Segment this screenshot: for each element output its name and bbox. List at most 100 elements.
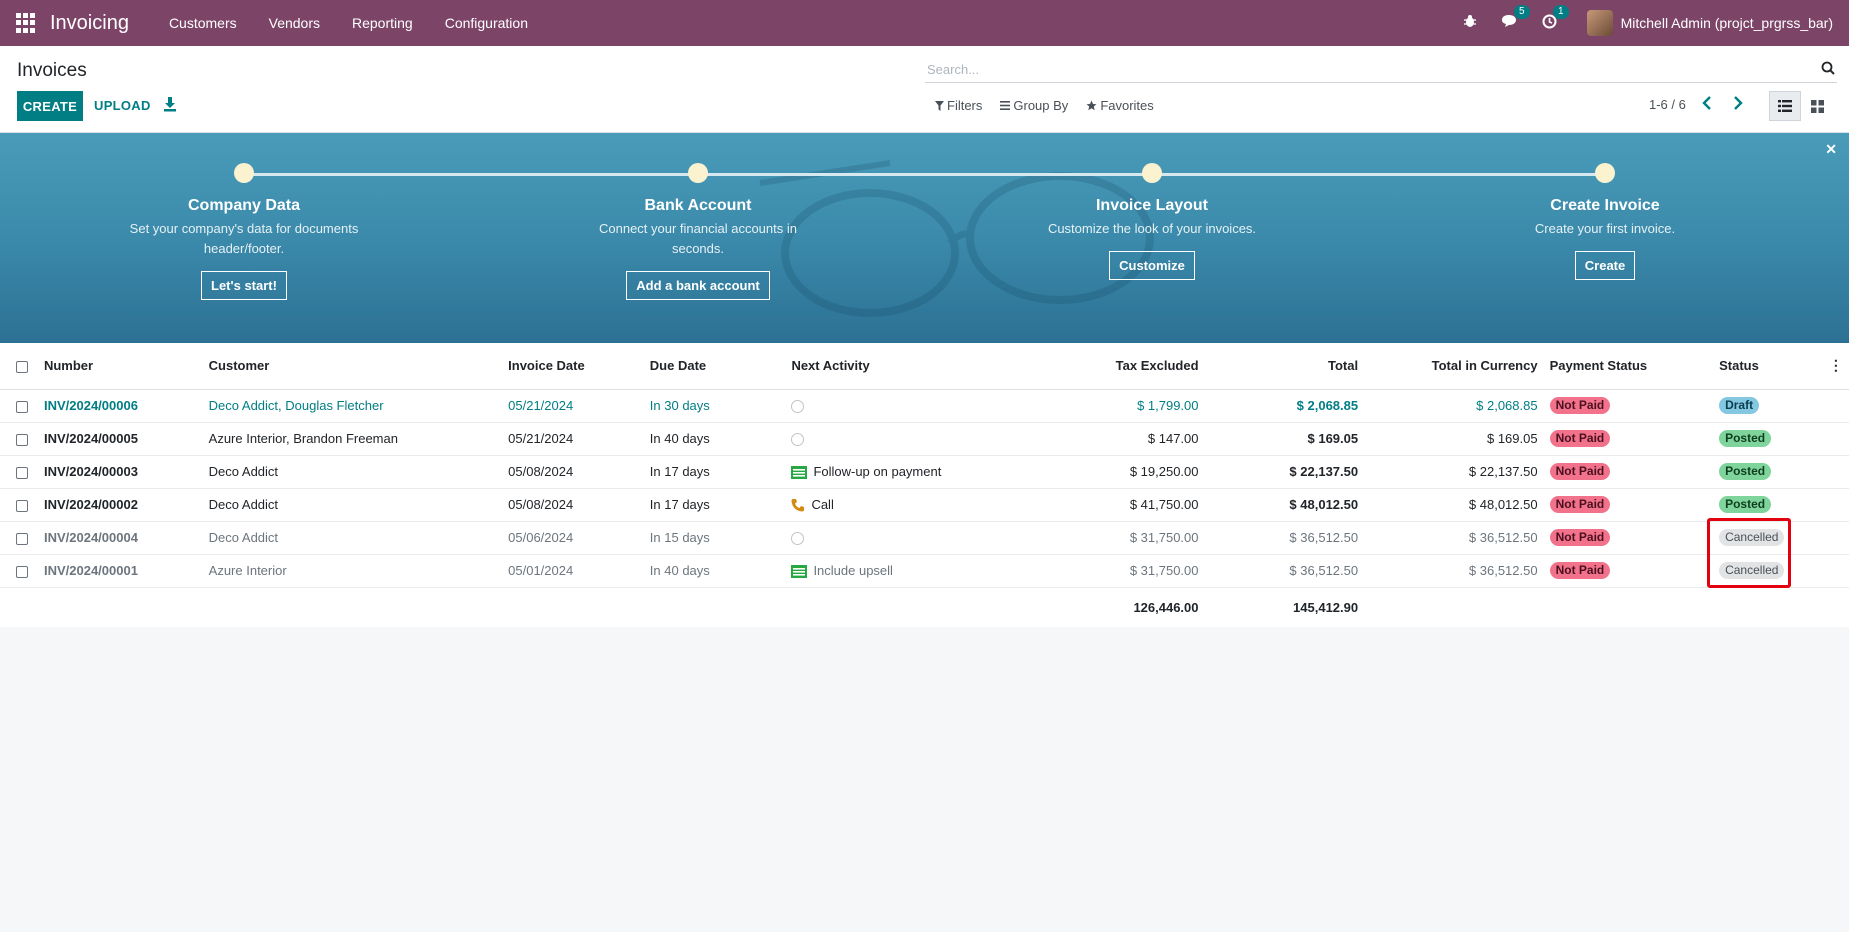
lets-start-button[interactable]: Let's start!: [201, 271, 287, 300]
search-icon[interactable]: [1821, 61, 1835, 75]
cell-status: Draft: [1713, 389, 1823, 422]
email-activity-icon[interactable]: [791, 466, 808, 480]
row-checkbox[interactable]: [16, 400, 28, 413]
pager-previous-icon[interactable]: [1702, 96, 1712, 110]
select-all-checkbox[interactable]: [0, 343, 38, 389]
navbar-systray: 5 1 Mitchell Admin (projct_prgrss_bar): [1451, 0, 1833, 46]
cell-total-currency: $ 22,137.50: [1468, 464, 1538, 479]
step-description: Connect your financial accounts in secon…: [598, 221, 797, 256]
table-row[interactable]: INV/2024/00004 Deco Addict 05/06/2024 In…: [0, 521, 1849, 554]
favorites-label: Favorites: [1100, 98, 1154, 113]
table-row[interactable]: INV/2024/00005 Azure Interior, Brandon F…: [0, 422, 1849, 455]
cell-number: INV/2024/00001: [43, 563, 138, 578]
activity-label: Include upsell: [813, 562, 893, 578]
apps-menu-icon[interactable]: [16, 13, 36, 33]
cell-total-currency: $ 48,012.50: [1468, 497, 1538, 512]
menu-customers[interactable]: Customers: [169, 15, 237, 31]
create-button[interactable]: CREATE: [17, 91, 83, 121]
column-customer[interactable]: Customer: [203, 343, 502, 389]
cell-due-date: In 40 days: [649, 431, 710, 446]
payment-status-badge: Not Paid: [1549, 397, 1611, 414]
menu-reporting[interactable]: Reporting: [352, 15, 413, 31]
cell-due-date: In 15 days: [649, 530, 710, 545]
user-avatar[interactable]: [1586, 10, 1613, 36]
cell-tax-excluded: $ 147.00: [1147, 431, 1199, 446]
pager-value[interactable]: 1-6 / 6: [1649, 97, 1686, 112]
messages-badge: 5: [1514, 5, 1530, 19]
create-invoice-button[interactable]: Create: [1574, 251, 1636, 280]
column-payment-status[interactable]: Payment Status: [1544, 343, 1714, 389]
step-title: Bank Account: [644, 197, 752, 214]
cell-activity[interactable]: Include upsell: [785, 554, 1054, 587]
table-row[interactable]: INV/2024/00002 Deco Addict 05/08/2024 In…: [0, 488, 1849, 521]
column-tax-excluded[interactable]: Tax Excluded: [1055, 343, 1205, 389]
column-total[interactable]: Total: [1205, 343, 1365, 389]
cell-activity[interactable]: [785, 422, 1054, 455]
filters-dropdown[interactable]: Filters: [935, 98, 982, 113]
cell-activity[interactable]: [785, 521, 1054, 554]
row-checkbox[interactable]: [16, 466, 28, 479]
groupby-dropdown[interactable]: Group By: [1000, 98, 1068, 113]
row-checkbox[interactable]: [16, 565, 28, 578]
activity-clock-icon[interactable]: [791, 400, 805, 414]
messages-icon[interactable]: 5: [1501, 5, 1530, 32]
total-amount: 145,412.90: [1293, 599, 1359, 615]
close-icon[interactable]: ✕: [1825, 141, 1837, 158]
cell-activity[interactable]: Call: [785, 488, 1054, 521]
cell-payment-status: Not Paid: [1544, 554, 1714, 587]
table-row[interactable]: INV/2024/00001 Azure Interior 05/01/2024…: [0, 554, 1849, 587]
debug-bug-icon[interactable]: [1463, 14, 1477, 32]
row-checkbox[interactable]: [16, 499, 28, 512]
cell-customer: Deco Addict: [208, 464, 279, 479]
column-number[interactable]: Number: [38, 343, 203, 389]
search-options: Filters Group By Favorites: [935, 98, 1172, 113]
phone-activity-icon[interactable]: [791, 498, 805, 512]
cell-invoice-date: 05/01/2024: [508, 563, 574, 578]
email-activity-icon[interactable]: [791, 565, 808, 579]
cell-customer: Deco Addict: [208, 530, 279, 545]
column-due-date[interactable]: Due Date: [644, 343, 786, 389]
column-total-in-currency[interactable]: Total in Currency: [1364, 343, 1543, 389]
column-invoice-date[interactable]: Invoice Date: [502, 343, 644, 389]
activity-label: Follow-up on payment: [813, 463, 942, 479]
cell-customer: Deco Addict, Douglas Fletcher: [208, 398, 384, 413]
table-row[interactable]: INV/2024/00006 Deco Addict, Douglas Flet…: [0, 389, 1849, 422]
status-badge: Posted: [1719, 430, 1772, 447]
activities-clock-icon[interactable]: 1: [1542, 4, 1569, 33]
favorites-dropdown[interactable]: Favorites: [1086, 98, 1154, 113]
user-menu[interactable]: Mitchell Admin (projct_prgrss_bar): [1621, 15, 1833, 31]
customize-button[interactable]: Customize: [1109, 251, 1195, 280]
download-icon[interactable]: [163, 96, 177, 112]
step-company-data: Company Data Set your company's data for…: [84, 163, 404, 300]
search-input[interactable]: [925, 56, 1805, 82]
optional-columns-icon[interactable]: ⋮: [1823, 343, 1849, 389]
row-checkbox[interactable]: [16, 532, 28, 545]
kanban-view-button[interactable]: [1801, 91, 1833, 121]
activity-clock-icon[interactable]: [791, 433, 805, 447]
cell-activity[interactable]: Follow-up on payment: [785, 455, 1054, 488]
cell-number: INV/2024/00002: [43, 497, 138, 512]
cell-tax-excluded: $ 31,750.00: [1129, 563, 1199, 578]
cell-due-date: In 17 days: [649, 464, 710, 479]
step-dot: [1595, 163, 1615, 183]
cell-status: Posted: [1713, 455, 1823, 488]
cell-payment-status: Not Paid: [1544, 422, 1714, 455]
cell-status: Posted: [1713, 488, 1823, 521]
cell-activity[interactable]: [785, 389, 1054, 422]
filter-icon: [935, 100, 944, 111]
upload-button[interactable]: UPLOAD: [94, 98, 151, 113]
cell-total: $ 22,137.50: [1289, 464, 1359, 479]
table-row[interactable]: INV/2024/00003 Deco Addict 05/08/2024 In…: [0, 455, 1849, 488]
menu-vendors[interactable]: Vendors: [269, 15, 320, 31]
activity-clock-icon[interactable]: [791, 532, 805, 546]
row-checkbox[interactable]: [16, 433, 28, 446]
add-bank-account-button[interactable]: Add a bank account: [626, 271, 770, 300]
invoice-list: Number Customer Invoice Date Due Date Ne…: [0, 343, 1849, 627]
pager-next-icon[interactable]: [1733, 96, 1743, 110]
list-view-button[interactable]: [1769, 91, 1801, 121]
column-status[interactable]: Status: [1713, 343, 1823, 389]
payment-status-badge: Not Paid: [1549, 529, 1611, 546]
app-name[interactable]: Invoicing: [50, 12, 129, 35]
column-next-activity[interactable]: Next Activity: [785, 343, 1054, 389]
menu-configuration[interactable]: Configuration: [445, 15, 528, 31]
